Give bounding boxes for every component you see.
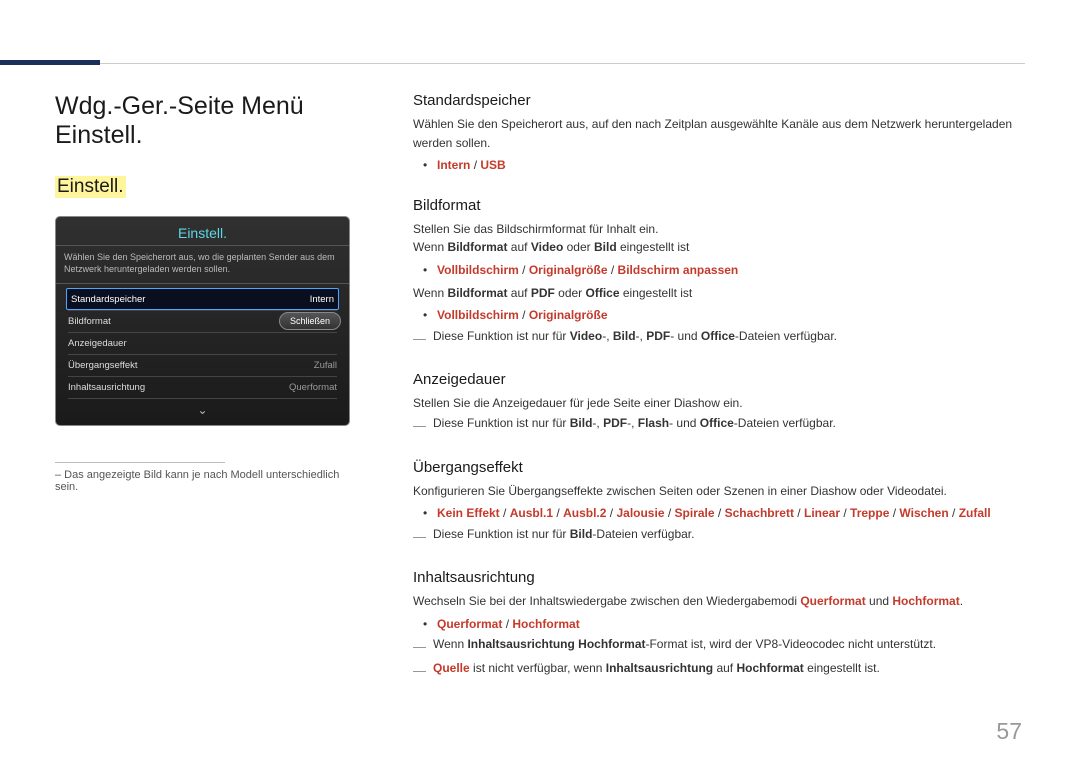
- section-highlight: Einstell.: [55, 176, 126, 198]
- section-body: Konfigurieren Sie Übergangseffekte zwisc…: [413, 482, 1025, 501]
- section-inhaltsausrichtung: Inhaltsausrichtung Wechseln Sie bei der …: [413, 569, 1025, 681]
- close-button: Schließen: [279, 312, 341, 330]
- section-heading: Standardspeicher: [413, 92, 1025, 109]
- condition-text: Wenn Bildformat auf PDF oder Office eing…: [413, 284, 1025, 303]
- option-list-item: Intern / USB: [437, 156, 1025, 175]
- section-body: Wechseln Sie bei der Inhaltswiedergabe z…: [413, 592, 1025, 611]
- note-line: ―Diese Funktion ist nur für Bild-Dateien…: [413, 527, 1025, 547]
- section-standardspeicher: Standardspeicher Wählen Sie den Speicher…: [413, 92, 1025, 175]
- condition-text: Wenn Bildformat auf Video oder Bild eing…: [413, 238, 1025, 257]
- section-heading: Übergangseffekt: [413, 459, 1025, 476]
- settings-panel-screenshot: Einstell. Wählen Sie den Speicherort aus…: [55, 216, 350, 426]
- option-list-item: Querformat / Hochformat: [437, 615, 1025, 634]
- section-body: Stellen Sie die Anzeigedauer für jede Se…: [413, 394, 1025, 413]
- chevron-down-icon: ⌄: [68, 398, 337, 419]
- section-body: Wählen Sie den Speicherort aus, auf den …: [413, 115, 1025, 152]
- note-line: ―Quelle ist nicht verfügbar, wenn Inhalt…: [413, 661, 1025, 681]
- panel-title: Einstell.: [56, 217, 349, 246]
- footnote-text: – Das angezeigte Bild kann je nach Model…: [55, 469, 355, 493]
- panel-row-uebergangseffekt: ÜbergangseffektZufall: [68, 354, 337, 376]
- section-uebergangseffekt: Übergangseffekt Konfigurieren Sie Überga…: [413, 459, 1025, 547]
- section-heading: Bildformat: [413, 197, 1025, 214]
- option-list-item: Vollbildschirm / Originalgröße / Bildsch…: [437, 261, 1025, 280]
- panel-row-anzeigedauer: Anzeigedauer: [68, 332, 337, 354]
- section-body: Stellen Sie das Bildschirmformat für Inh…: [413, 220, 1025, 239]
- panel-row-standardspeicher: StandardspeicherIntern: [66, 288, 339, 310]
- note-line: ―Wenn Inhaltsausrichtung Hochformat-Form…: [413, 637, 1025, 657]
- section-anzeigedauer: Anzeigedauer Stellen Sie die Anzeigedaue…: [413, 371, 1025, 437]
- section-bildformat: Bildformat Stellen Sie das Bildschirmfor…: [413, 197, 1025, 349]
- option-list-item: Vollbildschirm / Originalgröße: [437, 306, 1025, 325]
- page-number: 57: [996, 718, 1022, 745]
- note-line: ―Diese Funktion ist nur für Video-, Bild…: [413, 329, 1025, 349]
- section-heading: Inhaltsausrichtung: [413, 569, 1025, 586]
- page-header-rule: [55, 52, 1025, 66]
- page-title: Wdg.-Ger.-Seite Menü Einstell.: [55, 92, 355, 150]
- footnote-rule: [55, 462, 225, 463]
- panel-row-inhaltsausrichtung: InhaltsausrichtungQuerformat: [68, 376, 337, 398]
- option-list-item: Kein Effekt / Ausbl.1 / Ausbl.2 / Jalous…: [437, 504, 1025, 523]
- panel-description: Wählen Sie den Speicherort aus, wo die g…: [56, 246, 349, 284]
- note-line: ―Diese Funktion ist nur für Bild-, PDF-,…: [413, 416, 1025, 436]
- section-heading: Anzeigedauer: [413, 371, 1025, 388]
